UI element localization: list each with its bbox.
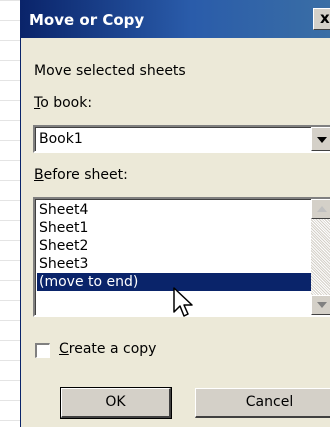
close-icon: x [320, 9, 330, 27]
mouse-pointer-icon [173, 287, 193, 317]
ok-button[interactable]: OK [60, 387, 172, 419]
scroll-up-icon [317, 206, 327, 212]
list-scrollbar[interactable] [311, 199, 330, 315]
close-button[interactable]: x [313, 8, 330, 30]
dropdown-arrow-icon [317, 137, 327, 143]
scroll-down-icon [317, 302, 327, 308]
create-copy-label[interactable]: Create a copy [59, 341, 156, 357]
title-bar: Move or Copy x [21, 0, 330, 38]
create-copy-checkbox[interactable] [35, 343, 50, 358]
list-item-sheet2[interactable]: Sheet2 [39, 237, 88, 255]
list-item-sheet4[interactable]: Sheet4 [39, 201, 88, 219]
scroll-down-button[interactable] [311, 295, 330, 315]
list-item-sheet1[interactable]: Sheet1 [39, 219, 88, 237]
before-sheet-label: Before sheet: [34, 167, 128, 183]
scroll-up-button[interactable] [311, 199, 330, 219]
to-book-dropdown[interactable]: Book1 [33, 125, 330, 153]
dialog-title: Move or Copy [29, 11, 145, 29]
to-book-dropdown-button[interactable] [311, 127, 330, 151]
to-book-label: To book: [34, 95, 93, 111]
list-item-sheet3[interactable]: Sheet3 [39, 255, 88, 273]
cancel-button[interactable]: Cancel [195, 388, 330, 418]
spreadsheet-background [0, 0, 20, 427]
move-selected-sheets-label: Move selected sheets [34, 63, 186, 79]
move-or-copy-dialog: Move or Copy x Move selected sheets To b… [20, 0, 330, 427]
to-book-value: Book1 [39, 131, 83, 147]
